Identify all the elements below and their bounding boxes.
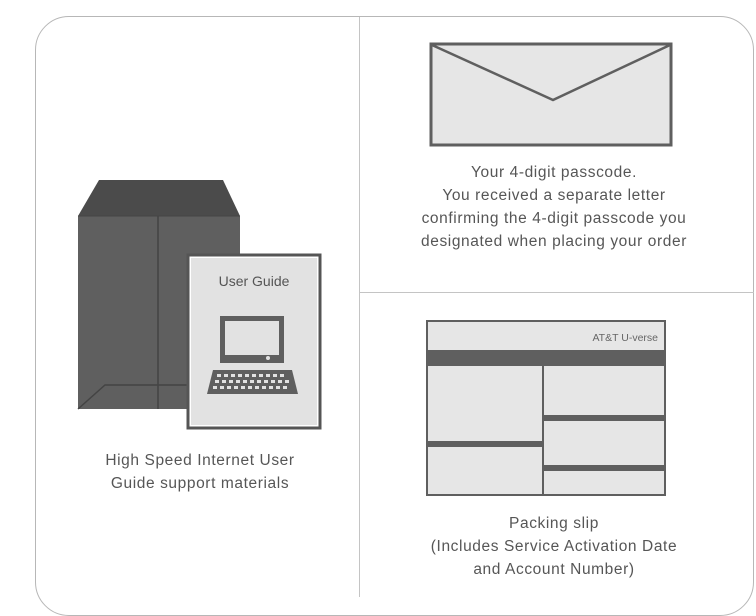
packing-slip-caption: Packing slip (Includes Service Activatio… bbox=[369, 512, 739, 581]
caption-line: (Includes Service Activation Date bbox=[430, 538, 678, 555]
caption-line: Packing slip bbox=[509, 515, 599, 532]
packing-slip-icon: AT&T U-verse bbox=[426, 320, 666, 496]
caption-line: and Account Number) bbox=[473, 561, 635, 578]
slip-brand: AT&T U-verse bbox=[592, 332, 658, 344]
